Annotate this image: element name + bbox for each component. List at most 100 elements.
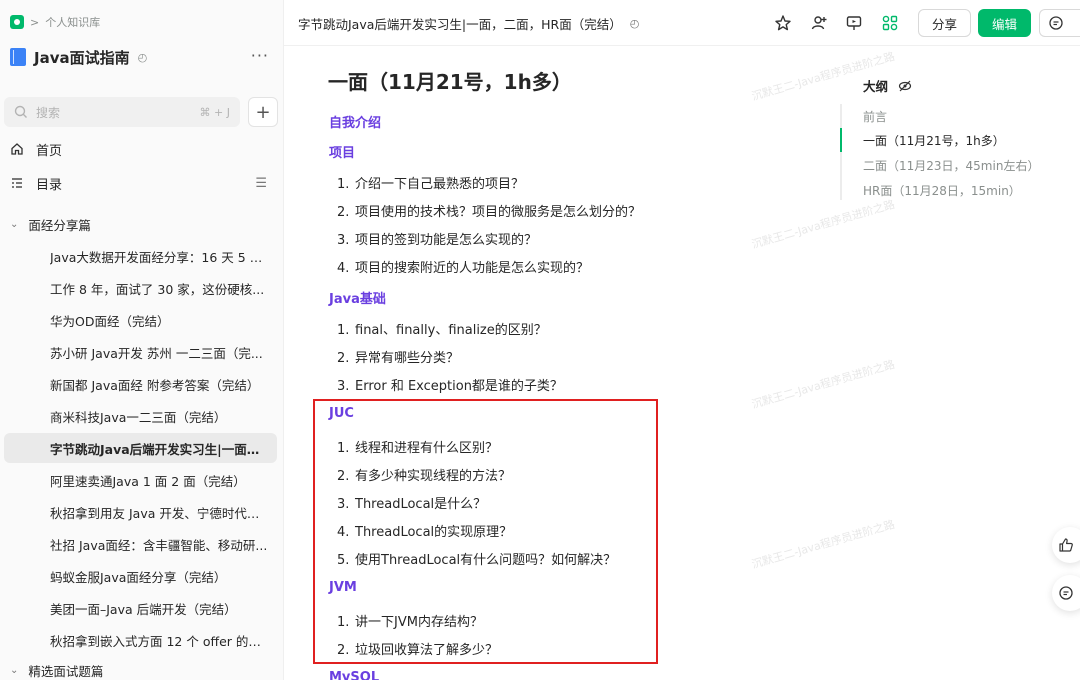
- list-item: 1. final、finally、finalize的区别？: [337, 323, 547, 338]
- chevron-down-icon: ⌄: [10, 664, 19, 676]
- doc-item[interactable]: 秋招拿到嵌入式方面 12 个 offer 的经...: [4, 625, 277, 655]
- list-item: 1. 线程和进程有什么区别？: [337, 441, 499, 456]
- outline-item[interactable]: 前言: [863, 108, 887, 125]
- add-collaborator-icon[interactable]: [808, 12, 830, 34]
- star-icon[interactable]: [772, 12, 794, 34]
- nav-home[interactable]: 首页: [10, 138, 62, 160]
- list-item: 3. Error 和 Exception都是谁的子类？: [337, 379, 563, 394]
- list-item: 2. 有多少种实现线程的方法？: [337, 469, 512, 484]
- home-icon: [11, 143, 23, 155]
- yuque-logo-icon: [10, 15, 24, 29]
- doc-item[interactable]: 工作 8 年，面试了 30 家，这份硬核...: [4, 273, 277, 303]
- doc-title: 字节跳动Java后端开发实习生|一面，二面，HR面（完结） ◴: [298, 14, 639, 33]
- doc-item[interactable]: 新国都 Java面经 附参考答案（完结）: [4, 369, 277, 399]
- search-icon: [14, 105, 27, 118]
- doc-item-label: 华为OD面经（完结）: [50, 313, 170, 329]
- search-placeholder: 搜索: [36, 105, 61, 120]
- doc-item-label: 蚂蚁金服Java面经分享（完结）: [50, 569, 227, 585]
- edit-button[interactable]: 编辑: [978, 9, 1031, 37]
- outline-active-indicator: [840, 128, 842, 152]
- nav-toc[interactable]: 目录: [10, 172, 62, 194]
- doc-item[interactable]: 阿里速卖通Java 1 面 2 面（完结）: [4, 465, 277, 495]
- outline-header: 大纲: [863, 76, 912, 95]
- doc-item-label: 美团一面–Java 后端开发（完结）: [50, 601, 237, 617]
- outline-item[interactable]: HR面（11月28日，15min）: [863, 182, 1021, 199]
- kb-title-label[interactable]: Java面试指南: [34, 47, 130, 68]
- toc-collapse-icon[interactable]: ☰: [255, 176, 267, 191]
- doc-item-label: Java大数据开发面经分享：16 天 5 面...: [50, 249, 270, 265]
- doc-item-label: 阿里速卖通Java 1 面 2 面（完结）: [50, 473, 246, 489]
- present-icon[interactable]: [843, 12, 865, 34]
- doc-item-label: 新国都 Java面经 附参考答案（完结）: [50, 377, 260, 393]
- toc-icon: [12, 178, 22, 188]
- sidebar: > 个人知识库 Java面试指南 ◴ ··· 搜索 ⌘ + J + 首页 目录 …: [0, 0, 284, 680]
- list-item: 1. 讲一下JVM内存结构？: [337, 615, 483, 630]
- doc-item-label: 秋招拿到用友 Java 开发、宁德时代测...: [50, 505, 270, 521]
- section-intro: 自我介绍: [329, 116, 382, 131]
- doc-item-label: 苏小研 Java开发 苏州 一二三面（完...: [50, 345, 263, 361]
- list-item: 2. 垃圾回收算法了解多少？: [337, 643, 499, 658]
- thumbs-up-icon: [1059, 538, 1073, 552]
- list-item: 4. 项目的搜索附近的人功能是怎么实现的？: [337, 261, 590, 276]
- list-item: 5. 使用ThreadLocal有什么问题吗？如何解决？: [337, 553, 617, 568]
- list-item: 4. ThreadLocal的实现原理？: [337, 525, 513, 540]
- doc-item-active[interactable]: 字节跳动Java后端开发实习生|一面，...: [4, 433, 277, 463]
- like-button[interactable]: [1052, 527, 1080, 563]
- doc-item[interactable]: 华为OD面经（完结）: [4, 305, 277, 335]
- outline-item[interactable]: 二面（11月23日，45min左右）: [863, 157, 1039, 174]
- book-icon: [10, 48, 26, 66]
- doc-title-label: 字节跳动Java后端开发实习生|一面，二面，HR面（完结）: [298, 17, 622, 32]
- breadcrumb[interactable]: > 个人知识库: [10, 12, 100, 32]
- eye-off-icon[interactable]: [898, 79, 912, 93]
- breadcrumb-label[interactable]: 个人知识库: [45, 14, 100, 30]
- plus-icon: +: [255, 101, 271, 123]
- nav-toc-label: 目录: [36, 177, 63, 193]
- doc-item-label: 工作 8 年，面试了 30 家，这份硬核...: [50, 281, 265, 297]
- doc-item-label: 字节跳动Java后端开发实习生|一面，...: [50, 441, 270, 457]
- doc-item[interactable]: 秋招拿到用友 Java 开发、宁德时代测...: [4, 497, 277, 527]
- list-item: 2. 异常有哪些分类？: [337, 351, 460, 366]
- outline-title: 大纲: [863, 79, 889, 94]
- section-java-basic: Java基础: [329, 292, 386, 307]
- doc-item[interactable]: 美团一面–Java 后端开发（完结）: [4, 593, 277, 623]
- outline-item-active[interactable]: 一面（11月21号，1h多）: [863, 132, 1005, 149]
- outline-track: [840, 104, 842, 200]
- comment-icon: [1049, 16, 1063, 30]
- comment-float-button[interactable]: [1052, 575, 1080, 611]
- breadcrumb-separator: >: [30, 15, 40, 29]
- private-icon: ◴: [137, 50, 148, 64]
- section-project: 项目: [329, 146, 356, 161]
- list-item: 3. 项目的签到功能是怎么实现的？: [337, 233, 538, 248]
- share-button[interactable]: 分享: [918, 9, 971, 37]
- heading-first-round: 一面（11月21号，1h多）: [328, 70, 572, 94]
- nav-home-label: 首页: [36, 143, 63, 159]
- doc-header: 字节跳动Java后端开发实习生|一面，二面，HR面（完结） ◴ 分享 编辑: [284, 0, 1080, 46]
- add-button[interactable]: +: [248, 97, 278, 127]
- doc-item-label: 秋招拿到嵌入式方面 12 个 offer 的经...: [50, 633, 270, 649]
- group-label: 精选面试题篇: [28, 663, 104, 679]
- group-interview-share[interactable]: ⌄ 面经分享篇: [10, 214, 91, 234]
- search-input[interactable]: 搜索 ⌘ + J: [4, 97, 240, 127]
- doc-item[interactable]: Java大数据开发面经分享：16 天 5 面...: [4, 241, 277, 271]
- group-selected-questions[interactable]: ⌄ 精选面试题篇: [10, 660, 103, 680]
- list-item: 3. ThreadLocal是什么？: [337, 497, 487, 512]
- document-body: 沉默王二-Java程序员进阶之路 沉默王二-Java程序员进阶之路 沉默王二-J…: [284, 46, 896, 680]
- search-shortcut: ⌘ + J: [199, 105, 230, 119]
- chevron-down-icon: ⌄: [10, 218, 19, 230]
- outline-panel: 大纲 前言 一面（11月21号，1h多） 二面（11月23日，45min左右） …: [840, 46, 1080, 680]
- more-icon[interactable]: ···: [251, 46, 269, 65]
- doc-item-label: 社招 Java面经：含丰疆智能、移动研...: [50, 537, 268, 553]
- doc-item[interactable]: 商米科技Java一二三面（完结）: [4, 401, 277, 431]
- group-label: 面经分享篇: [28, 217, 91, 233]
- knowledge-base-title[interactable]: Java面试指南 ◴: [10, 44, 147, 70]
- comments-button[interactable]: [1039, 9, 1080, 37]
- doc-item[interactable]: 社招 Java面经：含丰疆智能、移动研...: [4, 529, 277, 559]
- doc-item-label: 商米科技Java一二三面（完结）: [50, 409, 227, 425]
- list-item: 2. 项目使用的技术栈？项目的微服务是怎么划分的？: [337, 205, 642, 220]
- comment-icon: [1059, 586, 1073, 600]
- doc-item[interactable]: 蚂蚁金服Java面经分享（完结）: [4, 561, 277, 591]
- section-mysql: MySQL: [329, 670, 380, 680]
- doc-item[interactable]: 苏小研 Java开发 苏州 一二三面（完...: [4, 337, 277, 367]
- apps-icon[interactable]: [879, 12, 901, 34]
- list-item: 1. 介绍一下自己最熟悉的项目？: [337, 177, 525, 192]
